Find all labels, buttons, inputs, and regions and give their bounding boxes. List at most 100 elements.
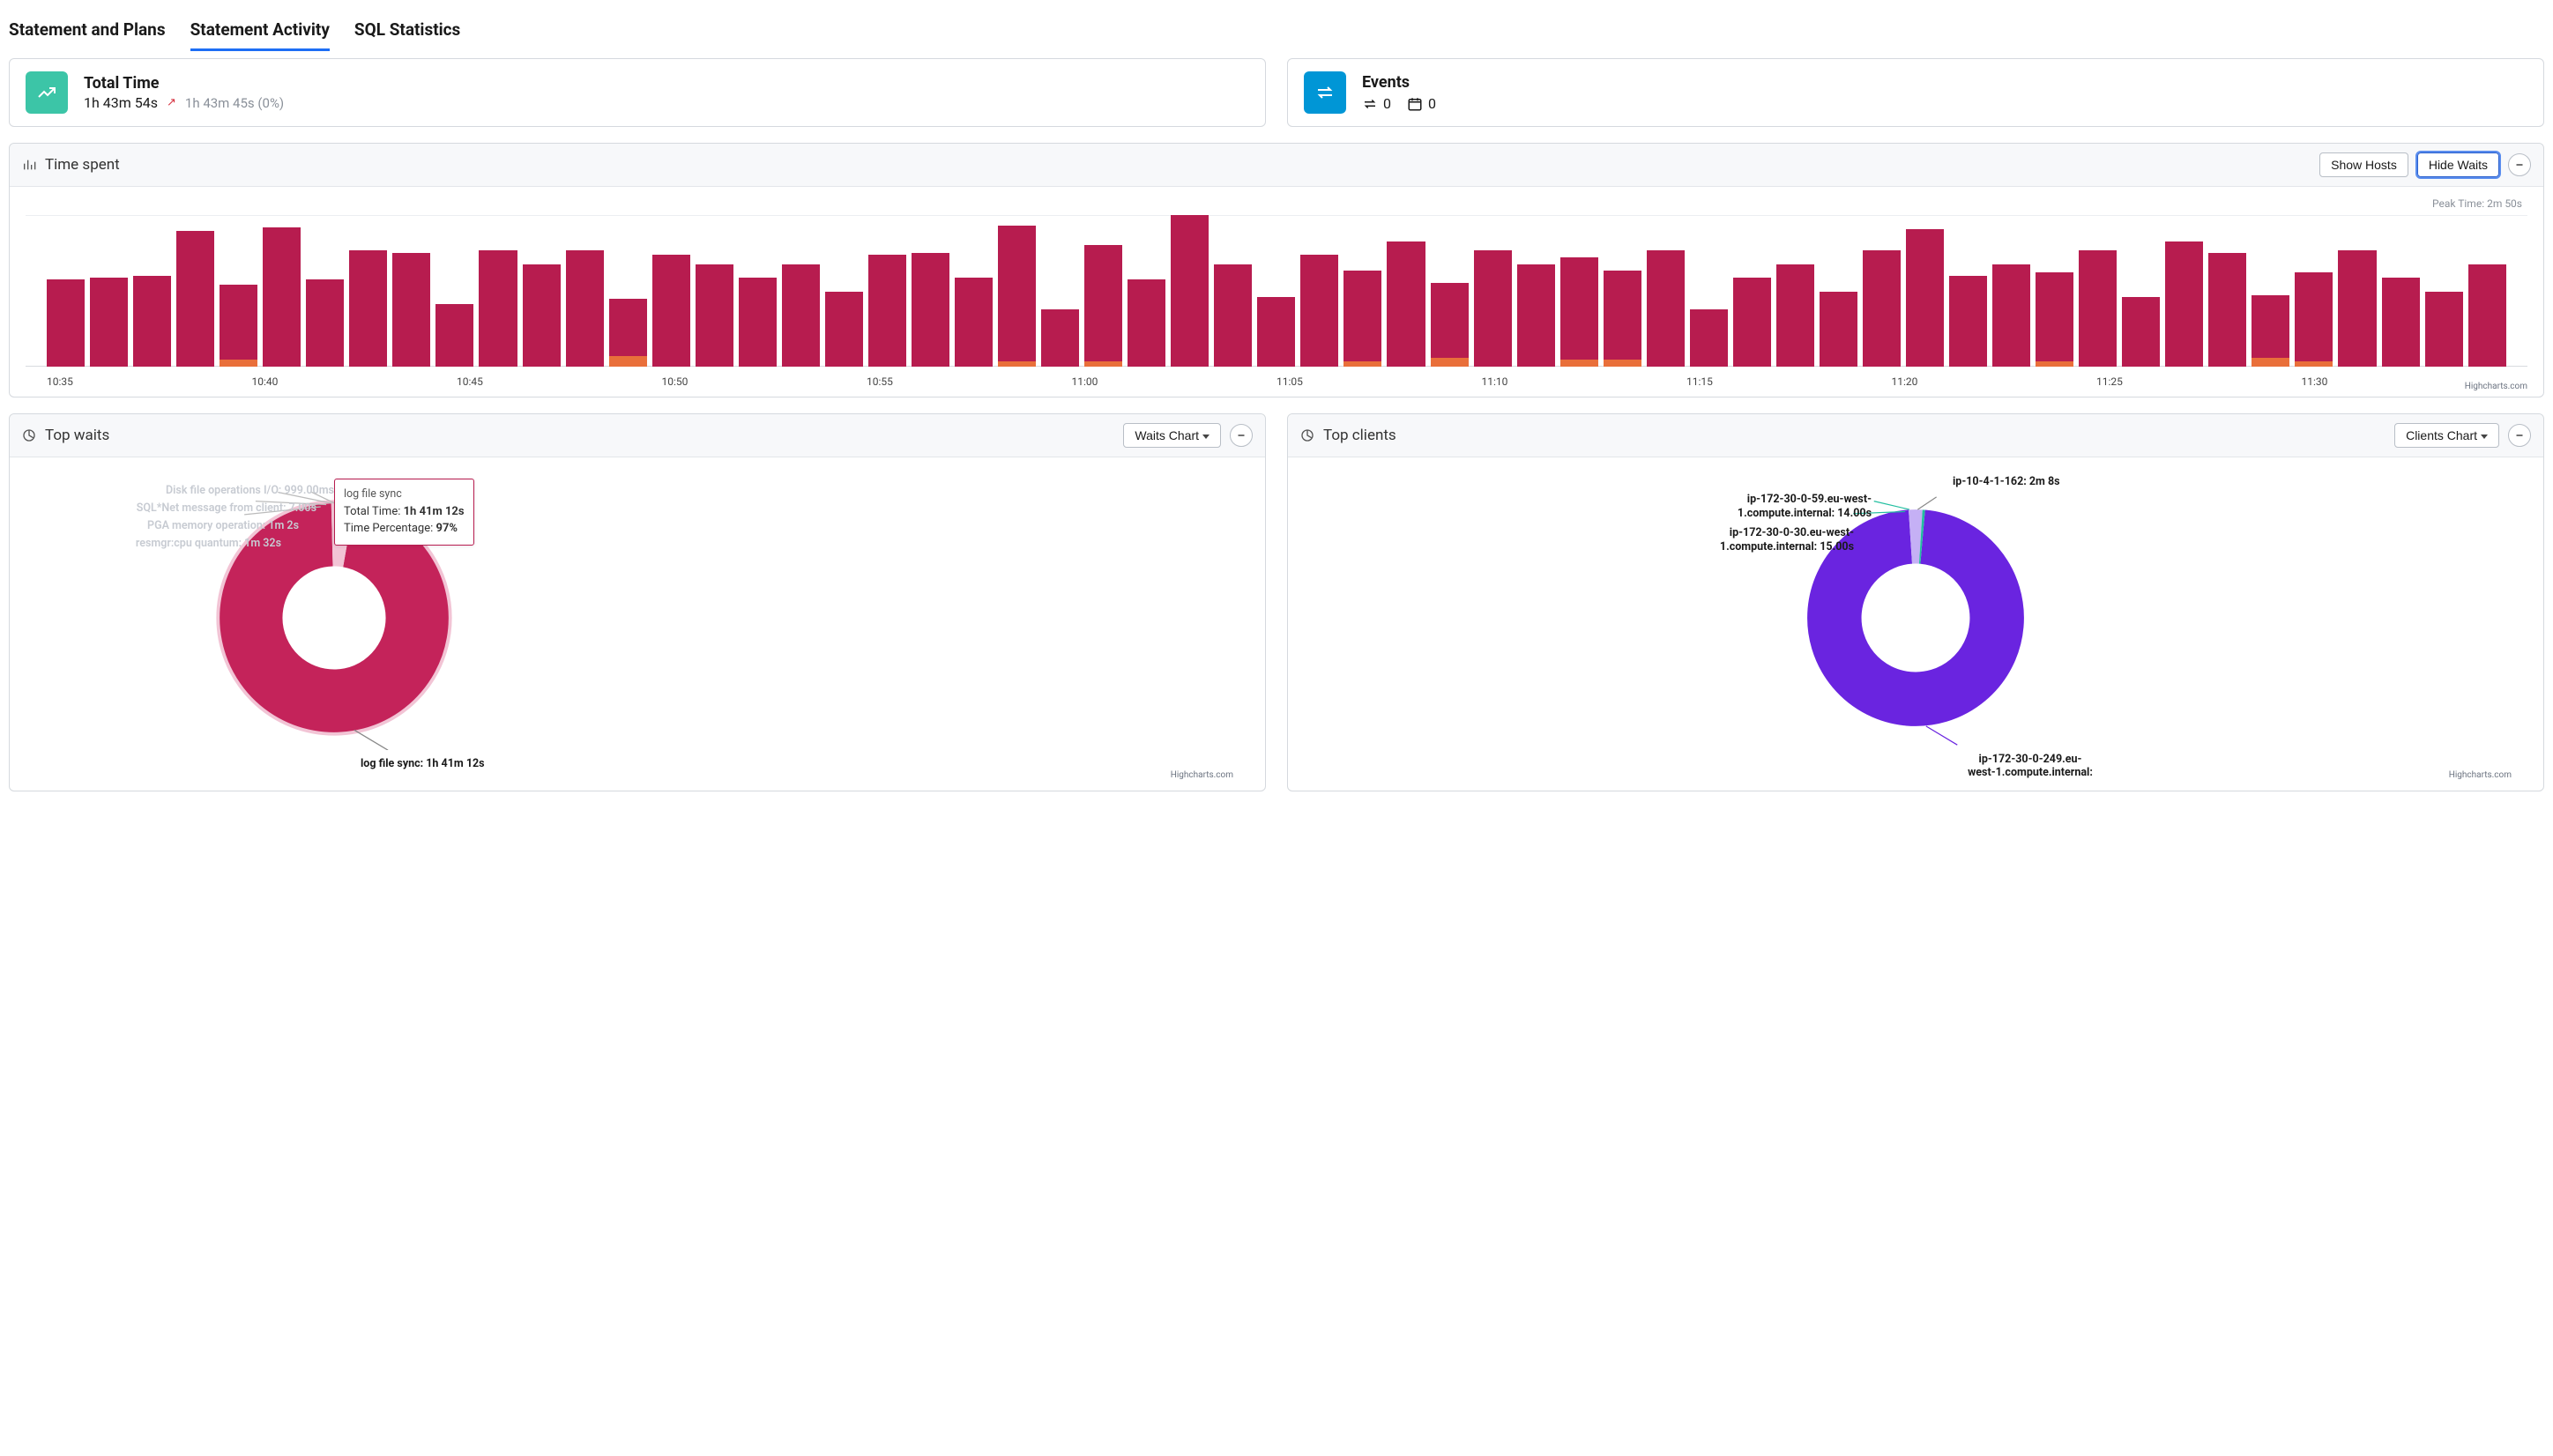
wait-label-sqlnet: SQL*Net message from client: 7.00s — [137, 501, 316, 516]
bar-column[interactable] — [1820, 215, 1857, 367]
x-tick: 11:05 — [1276, 375, 1482, 388]
bar-column[interactable] — [2079, 215, 2117, 367]
bar-column[interactable] — [1387, 215, 1425, 367]
x-tick: 11:15 — [1686, 375, 1892, 388]
bar-column[interactable] — [176, 215, 214, 367]
bar-column[interactable] — [2425, 215, 2463, 367]
bar-column[interactable] — [1257, 215, 1295, 367]
chart-tooltip: log file sync Total Time: 1h 41m 12s Tim… — [334, 479, 474, 546]
chevron-down-icon — [1202, 435, 1210, 439]
events-calendar-count: 0 — [1428, 95, 1436, 112]
bar-column[interactable] — [1474, 215, 1512, 367]
bar-column[interactable] — [220, 215, 257, 367]
bar-column[interactable] — [2252, 215, 2289, 367]
client-label-1: ip-10-4-1-162: 2m 8s — [1953, 475, 2060, 489]
tab-bar: Statement and Plans Statement Activity S… — [9, 9, 2544, 51]
bar-column[interactable] — [1041, 215, 1079, 367]
wait-label-pga: PGA memory operation: 1m 2s — [147, 519, 299, 533]
bar-column[interactable] — [566, 215, 604, 367]
bar-column[interactable] — [739, 215, 777, 367]
bar-column[interactable] — [696, 215, 733, 367]
bar-column[interactable] — [868, 215, 906, 367]
bar-column[interactable] — [1517, 215, 1555, 367]
total-time-compare: 1h 43m 45s (0%) — [185, 95, 284, 111]
bar-column[interactable] — [2208, 215, 2246, 367]
bar-column[interactable] — [1300, 215, 1338, 367]
bar-column[interactable] — [1343, 215, 1381, 367]
bar-column[interactable] — [1647, 215, 1685, 367]
bar-column[interactable] — [479, 215, 517, 367]
bar-column[interactable] — [1560, 215, 1598, 367]
bar-column[interactable] — [349, 215, 387, 367]
bar-column[interactable] — [1084, 215, 1122, 367]
bar-column[interactable] — [825, 215, 863, 367]
bar-column[interactable] — [609, 215, 647, 367]
tab-sql-statistics[interactable]: SQL Statistics — [354, 14, 460, 51]
bar-column[interactable] — [1604, 215, 1641, 367]
x-tick: 10:40 — [252, 375, 458, 388]
bar-column[interactable] — [1776, 215, 1814, 367]
bar-column[interactable] — [1949, 215, 1987, 367]
hide-waits-button[interactable]: Hide Waits — [2417, 152, 2499, 177]
bar-column[interactable] — [1906, 215, 1944, 367]
collapse-button[interactable] — [2508, 424, 2531, 447]
bar-column[interactable] — [1431, 215, 1469, 367]
bar-column[interactable] — [1733, 215, 1771, 367]
bar-column[interactable] — [1171, 215, 1209, 367]
total-time-title: Total Time — [84, 74, 284, 93]
top-clients-chart[interactable]: ip-10-4-1-162: 2m 8s ip-172-30-0-59.eu-w… — [1304, 468, 2527, 785]
bar-column[interactable] — [523, 215, 561, 367]
top-waits-chart[interactable]: Disk file operations I/O: 999.00ms SQL*N… — [26, 468, 1249, 785]
swap-icon — [1304, 71, 1346, 114]
tab-statement-and-plans[interactable]: Statement and Plans — [9, 14, 166, 51]
total-time-value: 1h 43m 54s — [84, 94, 158, 111]
bar-column[interactable] — [2036, 215, 2073, 367]
swap-small-icon — [1362, 96, 1378, 112]
bar-column[interactable] — [1992, 215, 2030, 367]
client-label-2: ip-172-30-0-59.eu-west-1.compute.interna… — [1738, 493, 1872, 520]
collapse-button[interactable] — [2508, 153, 2531, 176]
bar-column[interactable] — [1214, 215, 1252, 367]
bar-column[interactable] — [1128, 215, 1165, 367]
bar-column[interactable] — [955, 215, 993, 367]
peak-time-label: Peak Time: 2m 50s — [26, 197, 2527, 210]
chevron-down-icon — [2481, 435, 2488, 439]
bar-column[interactable] — [306, 215, 344, 367]
x-tick: 10:35 — [47, 375, 252, 388]
bar-column[interactable] — [2165, 215, 2203, 367]
bar-column[interactable] — [263, 215, 301, 367]
bar-column[interactable] — [1863, 215, 1901, 367]
x-tick: 11:25 — [2096, 375, 2302, 388]
bar-column[interactable] — [90, 215, 128, 367]
clients-chart-dropdown[interactable]: Clients Chart — [2394, 423, 2499, 448]
bar-column[interactable] — [998, 215, 1036, 367]
tab-statement-activity[interactable]: Statement Activity — [190, 14, 330, 51]
bar-column[interactable] — [652, 215, 690, 367]
line-chart-icon — [26, 71, 68, 114]
x-tick: 11:20 — [1892, 375, 2097, 388]
bar-column[interactable] — [1690, 215, 1728, 367]
waits-chart-dropdown[interactable]: Waits Chart — [1123, 423, 1221, 448]
bar-column[interactable] — [47, 215, 85, 367]
show-hosts-button[interactable]: Show Hosts — [2319, 152, 2408, 177]
bar-column[interactable] — [2122, 215, 2160, 367]
client-label-4: ip-172-30-0-249.eu-west-1.compute.intern… — [1942, 753, 2118, 780]
bar-column[interactable] — [2468, 215, 2506, 367]
collapse-button[interactable] — [1230, 424, 1253, 447]
bar-column[interactable] — [435, 215, 473, 367]
bar-column[interactable] — [133, 215, 171, 367]
bar-column[interactable] — [2382, 215, 2420, 367]
bar-column[interactable] — [392, 215, 430, 367]
bar-column[interactable] — [2338, 215, 2376, 367]
chart-credit: Highcharts.com — [2449, 770, 2512, 780]
bar-column[interactable] — [912, 215, 949, 367]
panel-time-spent: Time spent Show Hosts Hide Waits Peak Ti… — [9, 143, 2544, 397]
panel-top-clients: Top clients Clients Chart — [1287, 413, 2544, 791]
bar-column[interactable] — [782, 215, 820, 367]
x-tick: 10:55 — [867, 375, 1072, 388]
x-tick: 11:10 — [1482, 375, 1687, 388]
pie-icon — [22, 428, 36, 442]
bar-column[interactable] — [2295, 215, 2333, 367]
bar-chart-icon — [22, 158, 36, 172]
time-spent-chart[interactable]: 10:3510:4010:4510:5010:5511:0011:0511:10… — [26, 215, 2527, 391]
